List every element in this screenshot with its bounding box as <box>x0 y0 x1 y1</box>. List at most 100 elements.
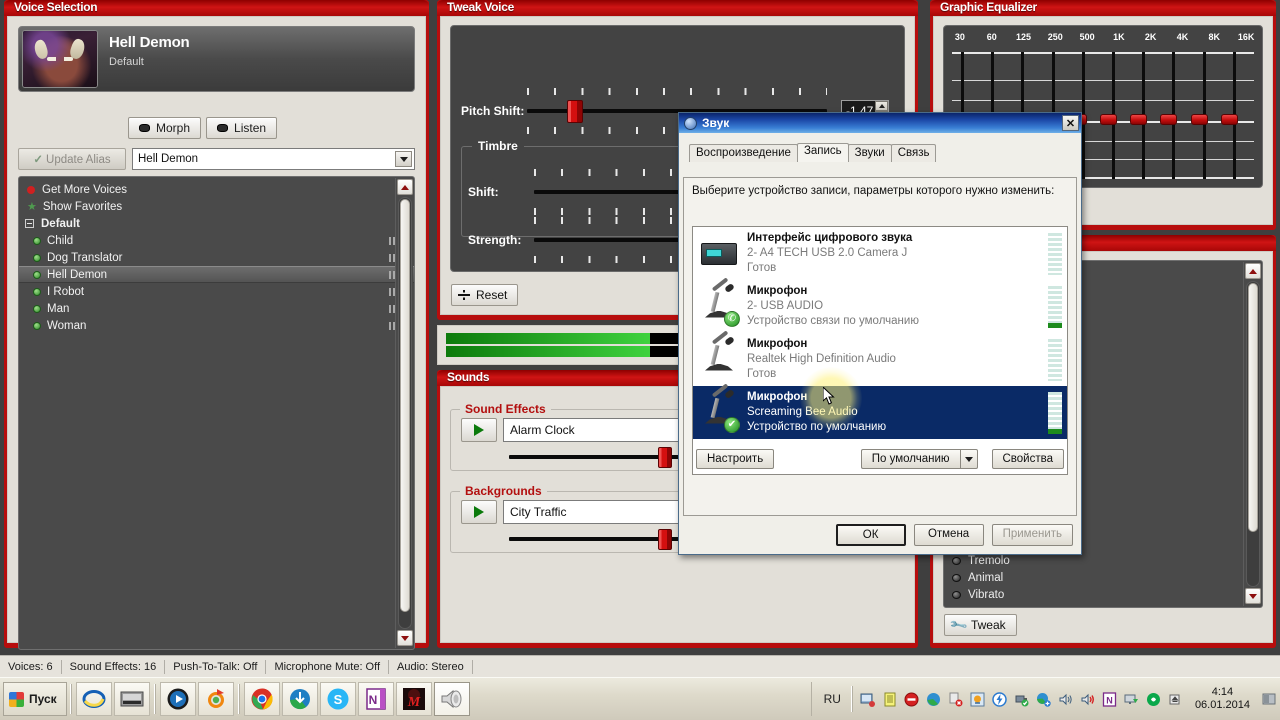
listen-button[interactable]: Listen <box>206 117 278 139</box>
taskbar-icon-mail-ru-agent[interactable]: M <box>395 682 432 716</box>
properties-button[interactable]: Свойства <box>991 449 1064 469</box>
update-alias-button[interactable]: ✓ Update Alias <box>18 148 126 170</box>
globe-icon[interactable] <box>925 690 943 708</box>
clock[interactable]: 4:14 06.01.2014 <box>1187 686 1258 712</box>
taskbar-icon-google-chrome[interactable] <box>243 682 280 716</box>
taskbar-icon-media-app[interactable] <box>113 682 150 716</box>
chevron-down-icon[interactable] <box>959 449 978 469</box>
taskbar-icon-morphvox[interactable] <box>433 682 470 716</box>
onenote-tray-icon[interactable]: N <box>1101 690 1119 708</box>
effects-scrollbar[interactable] <box>1243 262 1261 606</box>
list-item-woman[interactable]: Woman <box>19 317 414 334</box>
background-value: City Traffic <box>510 505 567 519</box>
list-item-animal[interactable]: Animal <box>944 569 1262 586</box>
scroll-up-button[interactable] <box>1245 263 1261 279</box>
eq-slider-4k[interactable] <box>1160 114 1178 126</box>
language-indicator[interactable]: RU <box>818 692 847 706</box>
list-item-child[interactable]: Child <box>19 232 414 249</box>
cancel-button[interactable]: Отмена <box>913 524 984 546</box>
close-icon[interactable]: ✕ <box>1062 115 1079 131</box>
tab-communications[interactable]: Связь <box>890 144 937 162</box>
eq-slider-1k[interactable] <box>1099 114 1117 126</box>
list-item-label: Vibrato <box>968 588 1005 601</box>
shift-label: Shift: <box>468 185 499 199</box>
scroll-down-button[interactable] <box>397 630 413 646</box>
tab-recording[interactable]: Запись <box>796 143 849 162</box>
eq-slider-2k[interactable] <box>1130 114 1148 126</box>
eq-slider-16k[interactable] <box>1220 114 1238 126</box>
volume-icon[interactable] <box>1057 690 1075 708</box>
background-volume-thumb[interactable] <box>658 529 672 550</box>
start-button[interactable]: Пуск <box>3 682 67 716</box>
scrollbar-track[interactable] <box>398 197 412 629</box>
taskbar-icon-internet-explorer[interactable] <box>75 682 112 716</box>
pitch-shift-thumb[interactable] <box>567 100 583 123</box>
morph-button[interactable]: Morph <box>128 117 202 139</box>
tab-label: Звуки <box>854 147 885 159</box>
flag-error-icon[interactable] <box>947 690 965 708</box>
morph-label: Morph <box>156 121 191 135</box>
configure-button[interactable]: Настроить <box>696 449 775 469</box>
listen-label: Listen <box>234 121 267 135</box>
reset-button[interactable]: Reset <box>451 284 519 306</box>
svg-text:S: S <box>333 692 342 707</box>
scroll-down-button[interactable] <box>1245 588 1261 604</box>
list-item-dog-translator[interactable]: Dog Translator <box>19 249 414 266</box>
set-default-split-button[interactable]: По умолчанию <box>860 449 978 469</box>
update-icon[interactable] <box>969 690 987 708</box>
device-row-digital-audio-interface[interactable]: Интерфейс цифрового звука 2- A4 TECH USB… <box>693 227 1067 280</box>
scrollbar-thumb[interactable] <box>400 199 410 612</box>
play-background-button[interactable] <box>461 500 497 524</box>
recording-device-list[interactable]: Интерфейс цифрового звука 2- A4 TECH USB… <box>692 226 1068 475</box>
volume-alert-icon[interactable] <box>1079 690 1097 708</box>
tab-label: Запись <box>803 145 842 157</box>
check-icon: ✓ <box>33 154 44 166</box>
kaspersky-icon[interactable] <box>1145 690 1163 708</box>
spinner-up-button[interactable] <box>875 101 888 111</box>
block-icon[interactable] <box>903 690 921 708</box>
scrollbar-track[interactable] <box>1246 281 1260 587</box>
notepad-icon[interactable] <box>881 690 899 708</box>
voice-list[interactable]: Get More Voices ★ Show Favorites Default… <box>18 176 415 650</box>
taskbar-icon-windows-media-player[interactable] <box>159 682 196 716</box>
remote-display-icon[interactable] <box>1123 690 1141 708</box>
voice-list-scrollbar[interactable] <box>395 178 413 648</box>
device-row-microphone-usb-audio[interactable]: ✆ Микрофон 2- USB AUDIO Устройство связи… <box>693 276 1067 333</box>
taskbar-icon-skype[interactable]: S <box>319 682 356 716</box>
clock-date: 06.01.2014 <box>1194 699 1250 711</box>
power-flash-icon[interactable] <box>991 690 1009 708</box>
list-item-man[interactable]: Man <box>19 300 414 317</box>
chevron-down-icon[interactable] <box>395 151 412 167</box>
set-default-button[interactable]: По умолчанию <box>860 449 960 469</box>
taskbar-icon-firefox-variant[interactable] <box>197 682 234 716</box>
collapse-minus-icon[interactable] <box>25 219 34 228</box>
tab-sounds[interactable]: Звуки <box>847 144 892 162</box>
list-item-show-favorites[interactable]: ★ Show Favorites <box>19 198 414 215</box>
alias-row: ✓ Update Alias Hell Demon <box>18 148 415 170</box>
tab-playback[interactable]: Воспроизведение <box>689 144 798 162</box>
list-item-vibrato[interactable]: Vibrato <box>944 586 1262 603</box>
windows-logo-icon <box>9 691 24 707</box>
network-share-icon[interactable] <box>859 690 877 708</box>
dialog-titlebar[interactable]: Звук ✕ <box>679 113 1081 133</box>
list-item-get-more-voices[interactable]: Get More Voices <box>19 181 414 198</box>
play-sound-effect-button[interactable] <box>461 418 497 442</box>
alias-combobox[interactable]: Hell Demon <box>132 148 415 170</box>
tweak-button[interactable]: 🔧 Tweak <box>944 614 1017 636</box>
taskbar-icon-onenote[interactable]: N <box>357 682 394 716</box>
list-item-i-robot[interactable]: I Robot <box>19 283 414 300</box>
device-row-microphone-screaming-bee[interactable]: ✔ Микрофон Screaming Bee Audio Устройств… <box>693 382 1067 439</box>
scrollbar-thumb[interactable] <box>1248 283 1258 533</box>
network-add-icon[interactable] <box>1035 690 1053 708</box>
ok-button[interactable]: ОК <box>835 524 906 546</box>
taskbar-icon-download-manager[interactable] <box>281 682 318 716</box>
show-desktop-icon[interactable] <box>1260 690 1278 708</box>
scroll-up-button[interactable] <box>397 179 413 195</box>
eject-icon[interactable] <box>1167 690 1185 708</box>
eq-slider-8k[interactable] <box>1190 114 1208 126</box>
list-group-default[interactable]: Default <box>19 215 414 232</box>
usb-safe-remove-icon[interactable] <box>1013 690 1031 708</box>
device-row-microphone-realtek[interactable]: Микрофон Realtek High Definition Audio Г… <box>693 329 1067 386</box>
list-item-hell-demon[interactable]: Hell Demon <box>19 266 414 283</box>
sound-effect-volume-thumb[interactable] <box>658 447 672 468</box>
